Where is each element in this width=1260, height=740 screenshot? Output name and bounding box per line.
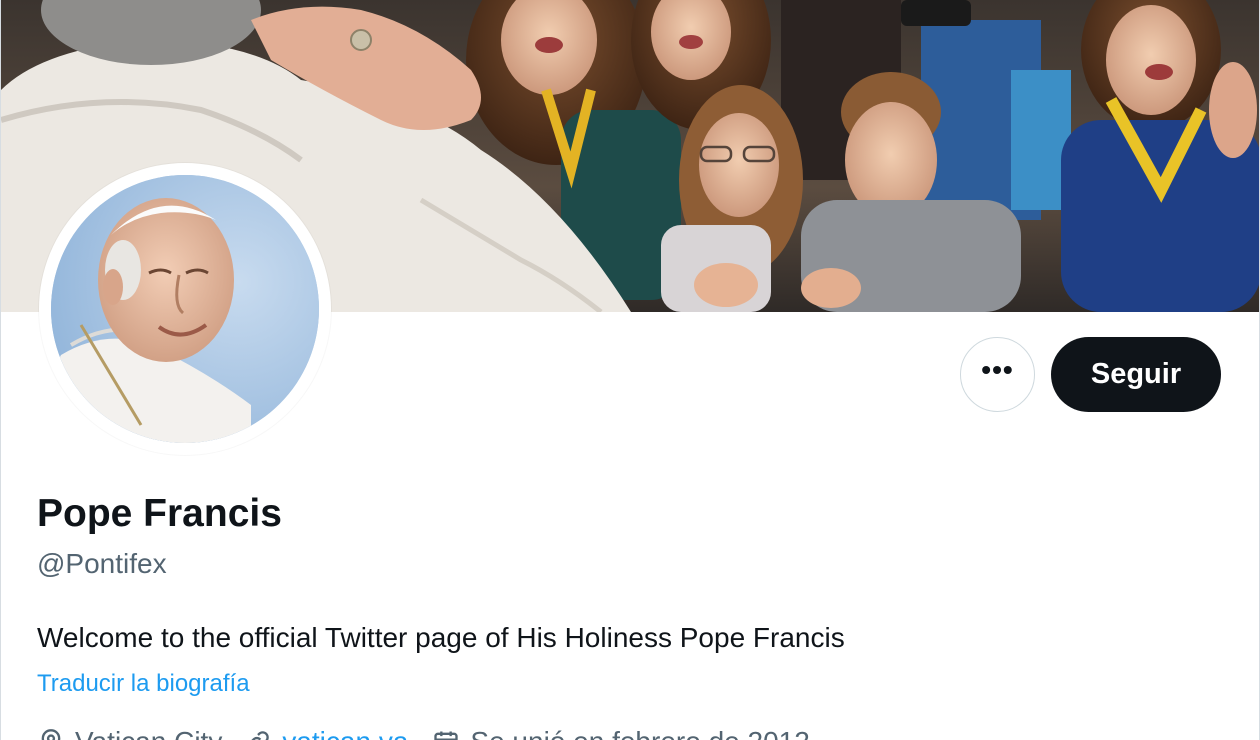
location-item: Vatican City [37,726,222,740]
more-options-button[interactable]: ••• [960,337,1035,412]
location-pin-icon [41,729,61,740]
joined-date-text: Se unió en febrero de 2012 [470,726,809,740]
profile-page: ••• Seguir Pope Francis @Pontifex Welcom… [0,0,1260,740]
follow-button[interactable]: Seguir [1051,337,1221,412]
link-icon [251,731,270,740]
joined-date-item: Se unió en febrero de 2012 [432,726,810,740]
website-item[interactable]: vatican.va [244,726,408,740]
translate-bio-link[interactable]: Traducir la biografía [37,670,250,698]
location-text: Vatican City [75,726,222,740]
username-handle: @Pontifex [37,548,167,579]
more-options-icon: ••• [981,353,1014,385]
calendar-icon [434,731,459,740]
profile-bio: Welcome to the official Twitter page of … [37,622,845,653]
website-link[interactable]: vatican.va [282,726,408,740]
profile-avatar-frame[interactable] [39,163,331,455]
avatar[interactable] [51,175,319,443]
profile-meta-row: Vatican City vatican.va Se unió en febre… [37,726,810,740]
display-name: Pope Francis [37,492,282,535]
